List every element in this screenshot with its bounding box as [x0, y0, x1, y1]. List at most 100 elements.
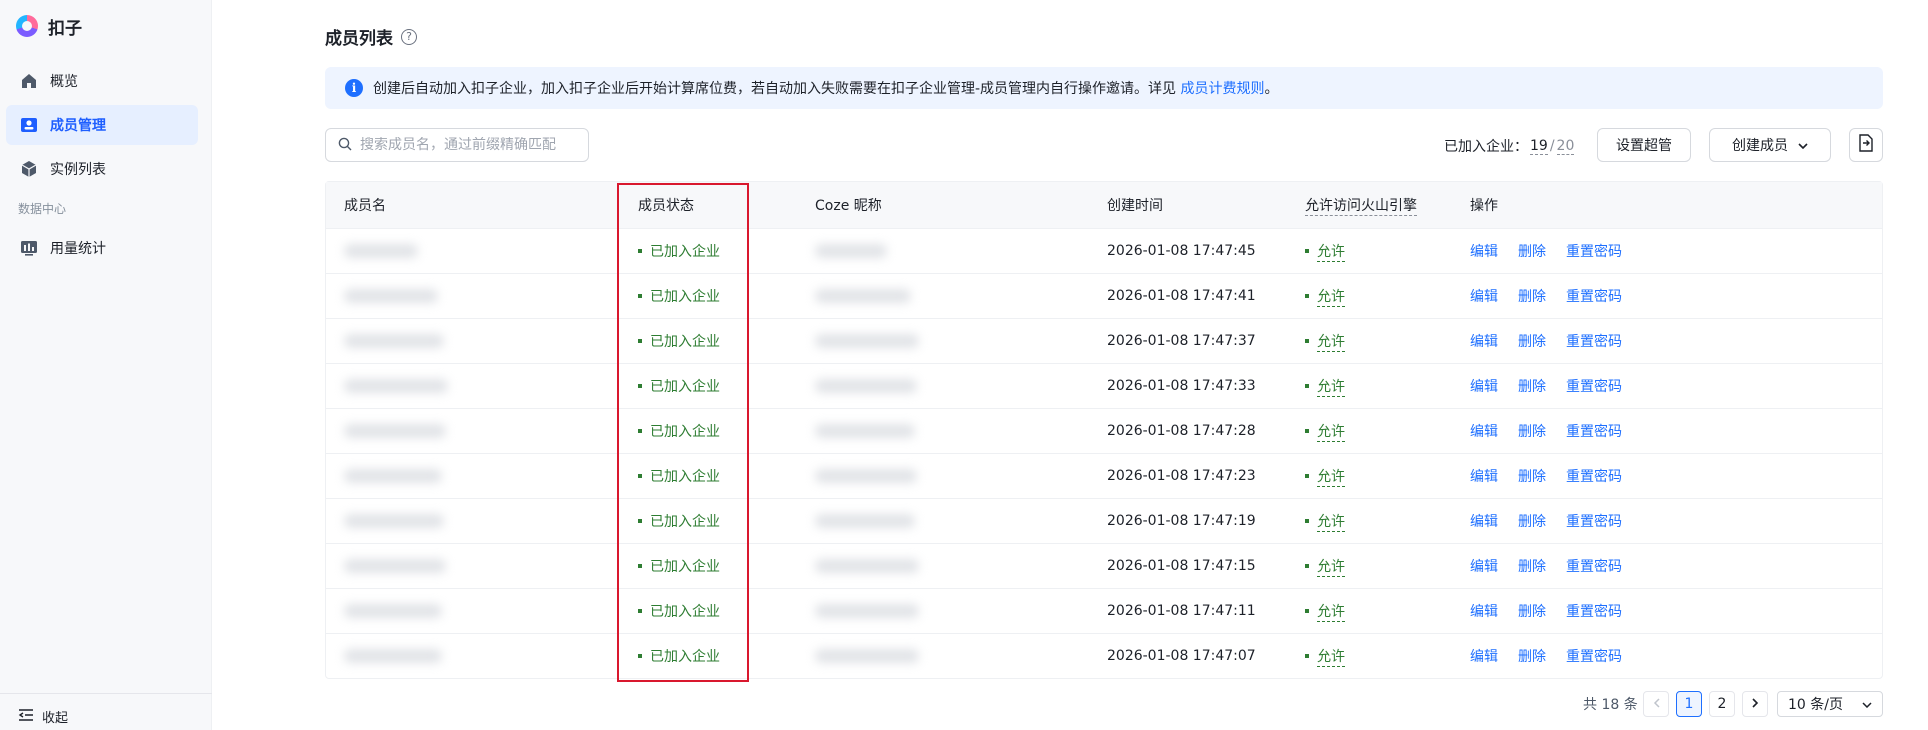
info-icon: i — [345, 79, 363, 97]
actions-cell: 编辑 删除 重置密码 — [1470, 544, 1622, 588]
page-size-select[interactable]: 10 条/页 — [1777, 691, 1883, 717]
member-name-cell — [344, 454, 442, 498]
delete-button[interactable]: 删除 — [1518, 241, 1546, 261]
created-time: 2026-01-08 17:47:15 — [1107, 558, 1256, 574]
help-icon[interactable]: ? — [401, 28, 417, 45]
pagination-page-1[interactable]: 1 — [1676, 691, 1702, 717]
volc-access-status[interactable]: 允许 — [1317, 241, 1345, 262]
volc-access-status[interactable]: 允许 — [1317, 601, 1345, 622]
cube-icon — [20, 160, 38, 178]
edit-button[interactable]: 编辑 — [1470, 556, 1498, 576]
edit-button[interactable]: 编辑 — [1470, 601, 1498, 621]
delete-button[interactable]: 删除 — [1518, 376, 1546, 396]
actions-cell: 编辑 删除 重置密码 — [1470, 634, 1622, 678]
set-super-admin-button[interactable]: 设置超管 — [1597, 128, 1691, 162]
reset-password-button[interactable]: 重置密码 — [1566, 421, 1622, 441]
redacted-member-name — [344, 244, 418, 258]
sidebar: 扣子 概览 成员管理 实例列表 数据中心 用量统计 收起 — [0, 0, 212, 730]
export-button[interactable] — [1849, 128, 1883, 162]
edit-button[interactable]: 编辑 — [1470, 241, 1498, 261]
reset-password-button[interactable]: 重置密码 — [1566, 286, 1622, 306]
member-status-cell: 已加入企业 — [638, 454, 720, 498]
member-status-cell: 已加入企业 — [638, 364, 720, 408]
member-status-cell: 已加入企业 — [638, 319, 720, 363]
reset-password-button[interactable]: 重置密码 — [1566, 331, 1622, 351]
delete-button[interactable]: 删除 — [1518, 646, 1546, 666]
volc-access-status[interactable]: 允许 — [1317, 376, 1345, 397]
status-dot-icon — [638, 564, 642, 568]
volc-access-status[interactable]: 允许 — [1317, 511, 1345, 532]
sidebar-group-label: 数据中心 — [18, 202, 67, 216]
reset-password-button[interactable]: 重置密码 — [1566, 241, 1622, 261]
reset-password-button[interactable]: 重置密码 — [1566, 646, 1622, 666]
search-icon — [338, 136, 352, 155]
volc-access-cell: 允许 — [1305, 319, 1345, 363]
volc-access-status[interactable]: 允许 — [1317, 646, 1345, 667]
reset-password-button[interactable]: 重置密码 — [1566, 376, 1622, 396]
collapse-sidebar-button[interactable]: 收起 — [18, 707, 68, 726]
volc-access-status[interactable]: 允许 — [1317, 286, 1345, 307]
chevron-right-icon — [1751, 696, 1759, 712]
reset-password-button[interactable]: 重置密码 — [1566, 556, 1622, 576]
edit-button[interactable]: 编辑 — [1470, 331, 1498, 351]
delete-button[interactable]: 删除 — [1518, 286, 1546, 306]
reset-password-button[interactable]: 重置密码 — [1566, 601, 1622, 621]
edit-button[interactable]: 编辑 — [1470, 376, 1498, 396]
pagination-page-2[interactable]: 2 — [1709, 691, 1735, 717]
column-header-volc-access[interactable]: 允许访问火山引擎 — [1305, 182, 1417, 228]
actions-cell: 编辑 删除 重置密码 — [1470, 499, 1622, 543]
member-status: 已加入企业 — [650, 334, 720, 350]
chevron-left-icon — [1653, 696, 1660, 712]
pagination-next-button[interactable] — [1742, 691, 1768, 717]
joined-count: 已加入企业： 19 / 20 — [1444, 136, 1575, 156]
member-status: 已加入企业 — [650, 649, 720, 665]
edit-button[interactable]: 编辑 — [1470, 286, 1498, 306]
delete-button[interactable]: 删除 — [1518, 601, 1546, 621]
member-status: 已加入企业 — [650, 424, 720, 440]
created-time: 2026-01-08 17:47:45 — [1107, 243, 1256, 259]
sidebar-item-usage-stats[interactable]: 用量统计 — [6, 228, 198, 268]
edit-button[interactable]: 编辑 — [1470, 466, 1498, 486]
reset-password-button[interactable]: 重置密码 — [1566, 466, 1622, 486]
created-time: 2026-01-08 17:47:41 — [1107, 288, 1256, 304]
search-input[interactable] — [360, 137, 570, 153]
volc-access-status[interactable]: 允许 — [1317, 331, 1345, 352]
billing-rules-link[interactable]: 成员计费规则 — [1181, 81, 1265, 97]
redacted-nickname — [815, 604, 919, 618]
delete-button[interactable]: 删除 — [1518, 421, 1546, 441]
pagination-prev-button[interactable] — [1643, 691, 1669, 717]
coze-nickname-cell — [815, 454, 917, 498]
sidebar-item-label: 用量统计 — [50, 241, 106, 257]
status-dot-icon — [1305, 654, 1309, 658]
edit-button[interactable]: 编辑 — [1470, 511, 1498, 531]
reset-password-button[interactable]: 重置密码 — [1566, 511, 1622, 531]
delete-button[interactable]: 删除 — [1518, 556, 1546, 576]
delete-button[interactable]: 删除 — [1518, 331, 1546, 351]
delete-button[interactable]: 删除 — [1518, 466, 1546, 486]
sidebar-item-overview[interactable]: 概览 — [6, 61, 198, 101]
sidebar-item-instances[interactable]: 实例列表 — [6, 149, 198, 189]
create-member-button[interactable]: 创建成员 — [1709, 128, 1831, 162]
redacted-member-name — [344, 559, 446, 573]
status-dot-icon — [1305, 474, 1309, 478]
member-name-cell — [344, 499, 444, 543]
page-size-label: 10 条/页 — [1788, 697, 1843, 713]
member-status: 已加入企业 — [650, 379, 720, 395]
edit-button[interactable]: 编辑 — [1470, 421, 1498, 441]
volc-access-status[interactable]: 允许 — [1317, 466, 1345, 487]
sidebar-item-members[interactable]: 成员管理 — [6, 105, 198, 145]
volc-access-status[interactable]: 允许 — [1317, 556, 1345, 577]
status-dot-icon — [638, 429, 642, 433]
volc-access-cell: 允许 — [1305, 274, 1345, 318]
edit-button[interactable]: 编辑 — [1470, 646, 1498, 666]
member-name-cell — [344, 589, 442, 633]
brand[interactable]: 扣子 — [16, 14, 82, 39]
created-time: 2026-01-08 17:47:33 — [1107, 378, 1256, 394]
search-box[interactable] — [325, 128, 589, 162]
redacted-nickname — [815, 424, 915, 438]
redacted-nickname — [815, 379, 917, 393]
volc-access-status[interactable]: 允许 — [1317, 421, 1345, 442]
coze-nickname-cell — [815, 634, 919, 678]
delete-button[interactable]: 删除 — [1518, 511, 1546, 531]
member-name-cell — [344, 274, 438, 318]
